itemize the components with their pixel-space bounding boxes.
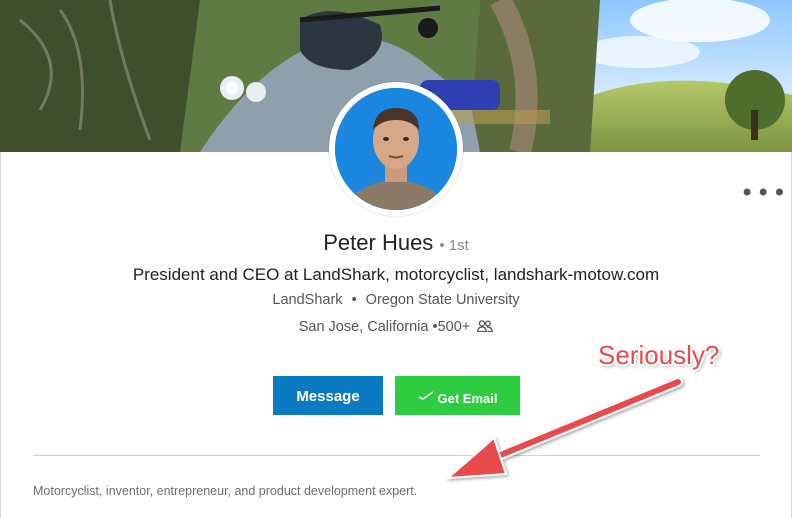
profile-page: ••• Peter Hues • 1st President and CEO at… <box>0 0 792 518</box>
company-school-row: LandShark • Oregon State University <box>0 292 792 308</box>
location-row: San Jose, California •500+ <box>0 319 792 335</box>
card-border-left <box>0 152 1 518</box>
get-email-label: Get Email <box>437 391 498 406</box>
people-icon <box>477 320 494 333</box>
message-button[interactable]: Message <box>273 376 383 415</box>
current-company[interactable]: LandShark <box>272 292 342 308</box>
separator: • <box>351 292 357 308</box>
profile-summary: Motorcyclist, inventor, entrepreneur, an… <box>33 484 418 498</box>
annotation-seriously: Seriously? <box>598 340 720 370</box>
section-divider <box>33 455 760 456</box>
checkmark-swoosh-icon <box>418 377 434 400</box>
profile-headline: President and CEO at LandShark, motorcyc… <box>132 265 660 284</box>
connection-degree: • 1st <box>439 237 469 254</box>
profile-name: Peter Hues <box>323 230 434 255</box>
profile-avatar[interactable] <box>329 82 463 216</box>
avatar-photo <box>335 88 457 210</box>
school[interactable]: Oregon State University <box>366 292 520 308</box>
profile-name-row: Peter Hues • 1st <box>0 230 792 256</box>
connections-count[interactable]: •500+ <box>433 319 471 335</box>
location: San Jose, California <box>298 319 429 335</box>
more-options-icon[interactable]: ••• <box>740 181 786 205</box>
get-email-button[interactable]: Get Email <box>395 376 520 415</box>
